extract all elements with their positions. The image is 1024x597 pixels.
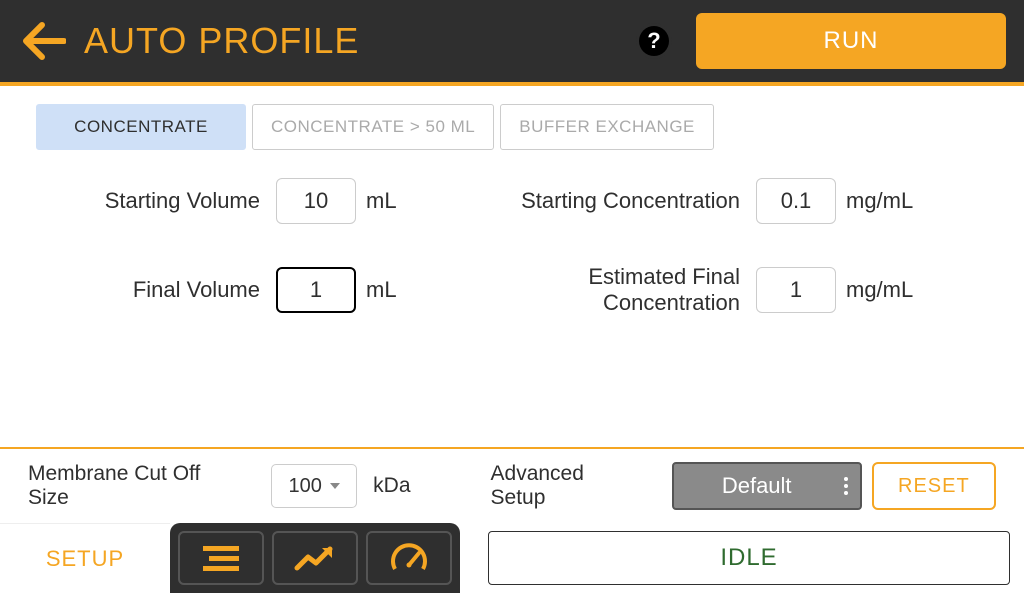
page-title: AUTO PROFILE — [84, 20, 636, 62]
cutoff-value: 100 — [288, 475, 321, 498]
final-volume-input[interactable] — [276, 267, 356, 313]
header-bar: AUTO PROFILE ? RUN — [0, 0, 1024, 86]
advanced-setup-value: Default — [722, 473, 792, 499]
cutoff-label: Membrane Cut Off Size — [28, 462, 237, 510]
trend-up-icon[interactable] — [272, 531, 358, 585]
advanced-setup-button[interactable]: Default — [672, 462, 862, 510]
advanced-setup-label: Advanced Setup — [491, 462, 638, 510]
content-area: CONCENTRATE CONCENTRATE > 50 ML BUFFER E… — [0, 86, 1024, 447]
starting-concentration-unit: mg/mL — [836, 188, 916, 214]
gauge-icon[interactable] — [366, 531, 452, 585]
parameter-grid: Starting Volume mL Starting Concentratio… — [36, 178, 988, 316]
back-arrow-icon[interactable] — [18, 17, 70, 65]
chevron-down-icon — [330, 483, 340, 489]
cutoff-unit: kDa — [367, 474, 410, 498]
tab-buffer-exchange[interactable]: BUFFER EXCHANGE — [500, 104, 714, 150]
tab-concentrate[interactable]: CONCENTRATE — [36, 104, 246, 150]
list-icon[interactable] — [178, 531, 264, 585]
bottom-bar: SETUP IDLE — [0, 523, 1024, 593]
starting-volume-input[interactable] — [276, 178, 356, 224]
tab-concentrate-50ml[interactable]: CONCENTRATE > 50 ML — [252, 104, 494, 150]
status-indicator: IDLE — [488, 531, 1010, 585]
final-concentration-unit: mg/mL — [836, 277, 916, 303]
mode-tabs: CONCENTRATE CONCENTRATE > 50 ML BUFFER E… — [36, 104, 988, 150]
setup-tab[interactable]: SETUP — [0, 523, 170, 593]
vertical-dots-icon — [844, 477, 848, 495]
starting-volume-unit: mL — [356, 188, 416, 214]
options-row: Membrane Cut Off Size 100 kDa Advanced S… — [0, 447, 1024, 523]
final-volume-label: Final Volume — [36, 277, 276, 303]
starting-volume-label: Starting Volume — [36, 188, 276, 214]
help-icon[interactable]: ? — [636, 23, 672, 59]
run-button[interactable]: RUN — [696, 13, 1006, 69]
final-volume-unit: mL — [356, 277, 416, 303]
nav-icons — [170, 523, 460, 593]
final-concentration-input[interactable] — [756, 267, 836, 313]
final-concentration-label: Estimated Final Concentration — [476, 264, 756, 316]
reset-button[interactable]: RESET — [872, 462, 996, 510]
starting-concentration-input[interactable] — [756, 178, 836, 224]
starting-concentration-label: Starting Concentration — [476, 188, 756, 214]
cutoff-select[interactable]: 100 — [271, 464, 357, 508]
